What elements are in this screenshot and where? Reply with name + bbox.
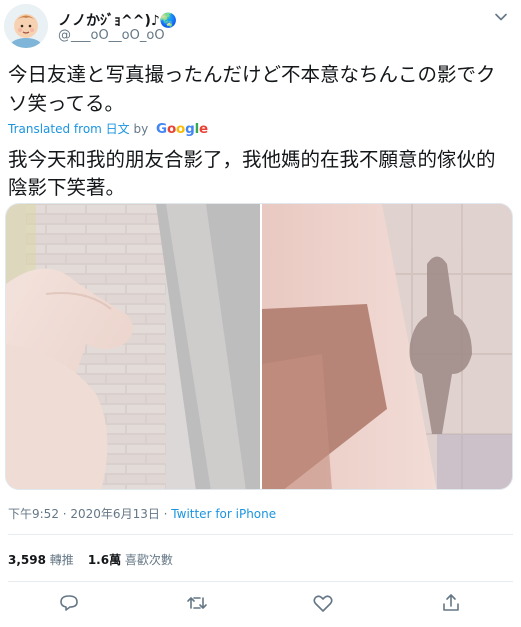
tweet-stats: 3,598 轉推 1.6萬 喜歡次數 [8, 551, 173, 568]
tweet-source[interactable]: Twitter for iPhone [171, 507, 276, 521]
google-logo: Google [156, 121, 208, 137]
translation-label[interactable]: Translated from 日文 by Google [8, 120, 208, 137]
baby-avatar-icon [4, 4, 48, 48]
likes-stat[interactable]: 1.6萬 喜歡次數 [88, 553, 173, 567]
retweets-label: 轉推 [49, 553, 74, 567]
photo-hands[interactable] [6, 204, 260, 490]
user-handle[interactable]: @___oO__oO_oO [58, 28, 165, 43]
tweet-header: ノノかｼﾞｮ^^)♪🌏 @___oO__oO_oO [4, 4, 516, 48]
tweet: ノノかｼﾞｮ^^)♪🌏 @___oO__oO_oO 今日友達と写真撮ったんだけど… [0, 0, 521, 627]
divider [8, 534, 513, 535]
retweet-icon[interactable] [185, 591, 209, 615]
likes-count: 1.6萬 [87, 553, 122, 567]
tweet-text-translated: 我今天和我的朋友合影了，我他媽的在我不願意的傢伙的陰影下笑著。 [8, 148, 496, 199]
translated-by-text: by [133, 122, 149, 136]
heart-icon[interactable] [311, 591, 335, 615]
retweets-count: 3,598 [8, 553, 46, 567]
tweet-timestamp[interactable]: 下午9:52 · 2020年6月13日 · [8, 507, 171, 521]
media-grid [5, 203, 513, 490]
avatar[interactable] [4, 4, 48, 48]
chevron-down-icon[interactable] [494, 10, 508, 24]
retweet-stat[interactable]: 3,598 轉推 [8, 553, 74, 567]
share-icon[interactable] [439, 591, 463, 615]
tweet-meta: 下午9:52 · 2020年6月13日 · Twitter for iPhone [8, 505, 276, 522]
display-name[interactable]: ノノかｼﾞｮ^^)♪🌏 [58, 10, 177, 30]
action-bar [0, 591, 521, 615]
tweet-text-original: 今日友達と写真撮ったんだけど不本意なちんこの影でクソ笑ってる。 [8, 63, 496, 115]
reply-icon[interactable] [57, 591, 81, 615]
translated-from-text: Translated from 日文 [8, 122, 130, 136]
likes-label: 喜歡次數 [124, 553, 173, 567]
photo-shadow[interactable] [262, 204, 513, 490]
divider [8, 581, 513, 582]
